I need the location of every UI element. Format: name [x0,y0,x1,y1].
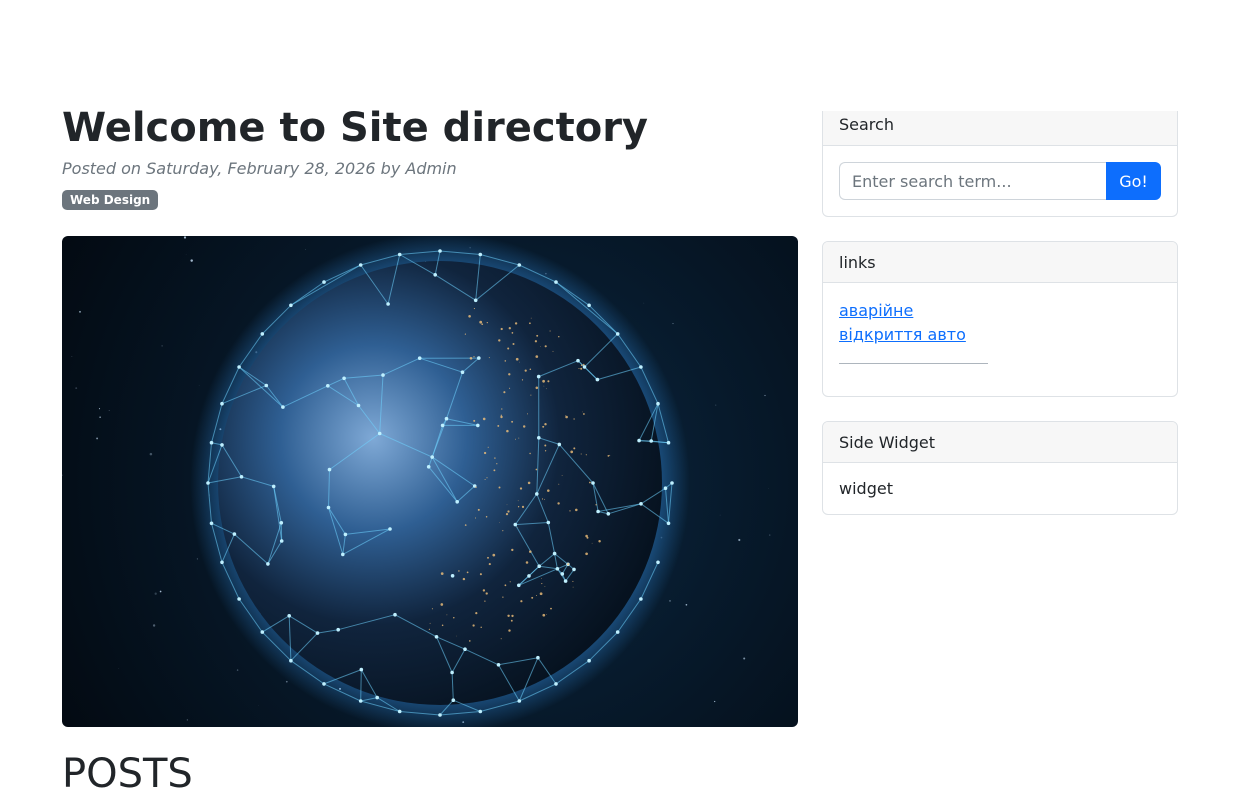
links-list: аварійне відкриття авто [839,299,1161,347]
link-emergency[interactable]: аварійне [839,301,913,320]
links-divider [839,363,988,364]
search-go-button[interactable]: Go! [1106,162,1161,200]
search-card-header: Search [823,111,1177,146]
links-card: links аварійне відкриття авто [822,241,1178,397]
sidebar: Search Go! links аварійне відкриття авто… [822,111,1178,539]
post-title: Welcome to Site directory [62,105,648,151]
post-main: Welcome to Site directory Posted on Satu… [62,104,798,797]
search-card: Search Go! [822,111,1178,217]
category-badge[interactable]: Web Design [62,190,159,210]
page: Welcome to Site directory Posted on Satu… [0,0,1240,800]
search-input[interactable] [839,162,1106,200]
list-item: відкриття авто [839,323,1161,347]
side-widget-header: Side Widget [823,422,1177,463]
links-card-body: аварійне відкриття авто [823,283,1177,396]
hero-image [62,236,798,727]
search-group: Go! [839,162,1161,200]
links-card-header: links [823,242,1177,283]
globe-network-illustration [62,236,771,727]
search-card-body: Go! [823,146,1177,216]
list-item: аварійне [839,299,1161,323]
side-widget-card: Side Widget widget [822,421,1178,515]
post-meta: Posted on Saturday, February 28, 2026 by… [62,159,457,178]
posts-heading: POSTS [62,751,193,797]
side-widget-body: widget [839,479,893,498]
link-car-opening[interactable]: відкриття авто [839,325,966,344]
